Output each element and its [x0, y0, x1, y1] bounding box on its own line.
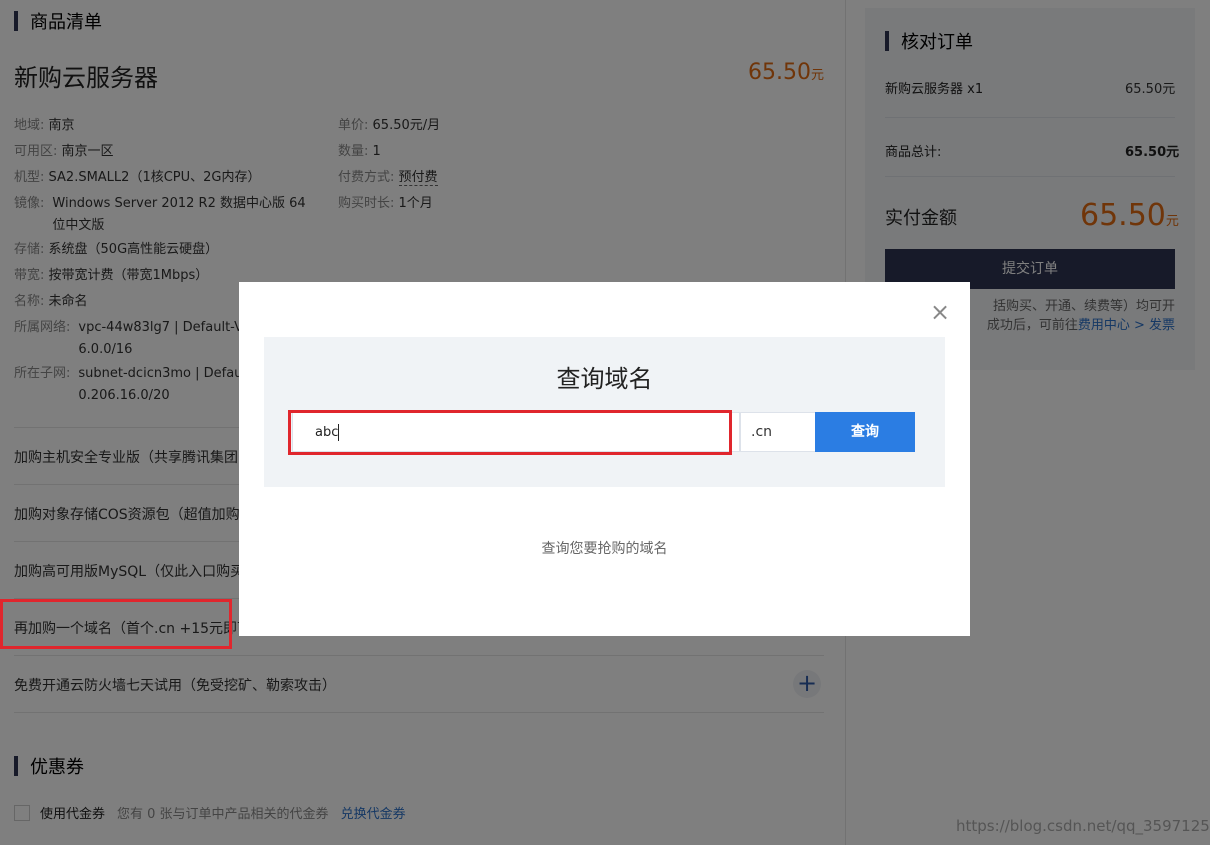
input-highlight — [288, 410, 732, 455]
domain-addon-highlight — [0, 599, 232, 649]
modal-title: 查询域名 — [556, 365, 653, 393]
search-hint: 查询您要抢购的域名 — [541, 541, 668, 557]
tld-select-value: .cn — [751, 424, 773, 440]
search-domain-button[interactable]: 查询 — [815, 412, 915, 452]
domain-search-modal: × 查询域名 abc .cn 查询 查询您要抢购的域名 — [239, 282, 970, 636]
close-icon[interactable]: × — [930, 300, 950, 324]
